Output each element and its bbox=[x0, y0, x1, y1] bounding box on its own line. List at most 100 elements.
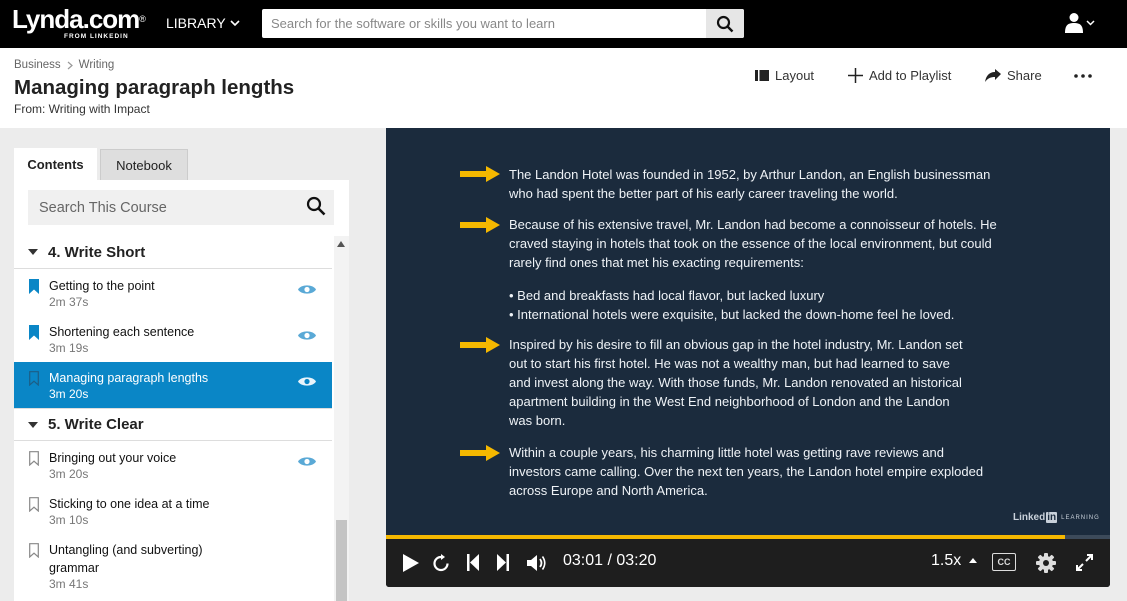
playback-speed-button[interactable]: 1.5x bbox=[931, 552, 977, 570]
toc-scrollbar[interactable] bbox=[334, 236, 349, 601]
slide-line: craved staying in hotels that took on th… bbox=[509, 236, 992, 251]
course-source[interactable]: From: Writing with Impact bbox=[14, 102, 150, 116]
breadcrumb-business[interactable]: Business bbox=[14, 59, 61, 71]
slide-line: Because of his extensive travel, Mr. Lan… bbox=[509, 217, 997, 232]
contents-panel: 4. Write Short Getting to the point 2m 3… bbox=[14, 180, 349, 601]
item-title: Untangling (and subverting) grammar bbox=[49, 543, 203, 575]
breadcrumb-writing[interactable]: Writing bbox=[79, 59, 115, 71]
list-item[interactable]: Sticking to one idea at a time 3m 10s bbox=[14, 488, 332, 534]
arrow-right-icon bbox=[460, 217, 500, 233]
playback-speed-label: 1.5x bbox=[931, 552, 962, 569]
top-nav-bar: Lynda.com® FROM LINKEDIN LIBRARY bbox=[0, 0, 1127, 48]
item-title: Bringing out your voice bbox=[49, 451, 177, 465]
section-write-short[interactable]: 4. Write Short bbox=[14, 236, 332, 269]
course-search-input[interactable] bbox=[28, 190, 298, 225]
course-toc-list: 4. Write Short Getting to the point 2m 3… bbox=[14, 236, 332, 601]
search-icon bbox=[716, 15, 734, 32]
list-item[interactable]: Shortening each sentence 3m 19s bbox=[14, 316, 332, 362]
fullscreen-icon[interactable] bbox=[1076, 554, 1093, 571]
scroll-up-arrow[interactable] bbox=[337, 241, 345, 247]
library-menu[interactable]: LIBRARY bbox=[166, 15, 240, 31]
bookmark-outline-icon[interactable] bbox=[29, 497, 39, 512]
breadcrumb: Business Writing bbox=[14, 59, 114, 71]
video-timecode: 03:01 / 03:20 bbox=[563, 552, 657, 569]
slide-line: The Landon Hotel was founded in 1952, by… bbox=[509, 167, 991, 182]
watermark-brand: Linked bbox=[1013, 512, 1046, 523]
replay-icon[interactable] bbox=[432, 554, 450, 572]
tab-contents[interactable]: Contents bbox=[14, 148, 97, 180]
lynda-logo[interactable]: Lynda.com® FROM LINKEDIN bbox=[12, 4, 146, 40]
bookmark-filled-icon[interactable] bbox=[29, 325, 39, 340]
gear-icon[interactable] bbox=[1036, 553, 1056, 573]
slide-paragraph-2: Because of his extensive travel, Mr. Lan… bbox=[509, 215, 997, 272]
global-search bbox=[262, 9, 744, 38]
slide-line: • International hotels were exquisite, b… bbox=[509, 307, 955, 322]
item-title: Getting to the point bbox=[49, 279, 155, 293]
skip-previous-icon[interactable] bbox=[467, 554, 479, 571]
chevron-right-icon bbox=[67, 61, 73, 69]
slide-line: out to start his first hotel. He was not… bbox=[509, 356, 950, 371]
tab-notebook[interactable]: Notebook bbox=[100, 149, 188, 180]
share-arrow-icon bbox=[985, 69, 1001, 82]
list-item[interactable]: Untangling (and subverting) grammar 3m 4… bbox=[14, 534, 332, 598]
list-item[interactable]: Getting to the point 2m 37s bbox=[14, 270, 332, 316]
item-title: Sticking to one idea at a time bbox=[49, 497, 210, 511]
course-search-button[interactable] bbox=[306, 196, 326, 222]
item-title: Managing paragraph lengths bbox=[49, 371, 209, 385]
slide-paragraph-4: Within a couple years, his charming litt… bbox=[509, 443, 983, 500]
list-item[interactable]: Bringing out your voice 3m 20s bbox=[14, 442, 332, 488]
closed-captions-button[interactable]: CC bbox=[992, 553, 1016, 571]
more-dots-icon bbox=[1074, 74, 1092, 78]
page-title: Managing paragraph lengths bbox=[14, 76, 295, 99]
logo-wordmark: Lynda.com bbox=[12, 4, 140, 34]
course-search bbox=[28, 190, 334, 225]
slide-line: across Europe and North America. bbox=[509, 483, 708, 498]
viewed-eye-icon bbox=[298, 457, 316, 466]
slide-line: was born. bbox=[509, 413, 566, 428]
global-search-input[interactable] bbox=[262, 9, 706, 38]
section-write-clear[interactable]: 5. Write Clear bbox=[14, 408, 332, 441]
add-to-playlist-label: Add to Playlist bbox=[869, 68, 952, 83]
user-menu[interactable] bbox=[1064, 12, 1095, 33]
scroll-thumb[interactable] bbox=[336, 520, 347, 601]
list-item-active[interactable]: Managing paragraph lengths 3m 20s bbox=[14, 362, 332, 408]
logo-subtitle: FROM LINKEDIN bbox=[64, 33, 129, 40]
share-button[interactable]: Share bbox=[985, 68, 1042, 83]
bookmark-filled-icon[interactable] bbox=[29, 279, 39, 294]
volume-icon[interactable] bbox=[527, 554, 547, 572]
search-icon bbox=[306, 196, 326, 216]
slide-paragraph-3: Inspired by his desire to fill an obviou… bbox=[509, 335, 963, 430]
global-search-button[interactable] bbox=[706, 9, 744, 38]
arrow-right-icon bbox=[460, 166, 500, 182]
play-icon[interactable] bbox=[403, 554, 419, 572]
slide-paragraph-1: The Landon Hotel was founded in 1952, by… bbox=[509, 165, 990, 203]
video-player[interactable]: The Landon Hotel was founded in 1952, by… bbox=[386, 128, 1110, 587]
slide-line: and invest along the way. With those fun… bbox=[509, 375, 962, 390]
bookmark-outline-icon[interactable] bbox=[29, 543, 39, 558]
item-duration: 3m 41s bbox=[49, 577, 89, 591]
viewed-eye-icon bbox=[298, 285, 316, 294]
add-to-playlist-button[interactable]: Add to Playlist bbox=[848, 68, 951, 83]
viewed-eye-icon bbox=[298, 377, 316, 386]
library-label: LIBRARY bbox=[166, 15, 226, 31]
course-header: Business Writing Managing paragraph leng… bbox=[0, 48, 1127, 128]
caret-down-icon bbox=[28, 249, 38, 255]
skip-next-icon[interactable] bbox=[497, 554, 509, 571]
item-duration: 3m 19s bbox=[49, 341, 89, 355]
layout-button[interactable]: Layout bbox=[755, 68, 814, 83]
more-options-button[interactable] bbox=[1074, 74, 1092, 78]
layout-label: Layout bbox=[775, 68, 815, 83]
caret-down-icon bbox=[28, 421, 38, 428]
chevron-down-icon bbox=[230, 19, 240, 26]
section-label: 5. Write Clear bbox=[48, 416, 144, 433]
item-duration: 3m 20s bbox=[49, 467, 89, 481]
user-avatar-icon bbox=[1065, 13, 1083, 33]
watermark-in-box: in bbox=[1046, 512, 1058, 523]
section-label: 4. Write Short bbox=[48, 243, 146, 261]
logo-registered-mark: ® bbox=[139, 14, 146, 24]
slide-line: investors came calling. Over the next te… bbox=[509, 464, 984, 479]
bookmark-outline-icon[interactable] bbox=[29, 451, 39, 466]
item-duration: 2m 37s bbox=[49, 295, 89, 309]
bookmark-outline-icon[interactable] bbox=[29, 371, 39, 386]
share-label: Share bbox=[1007, 68, 1042, 83]
